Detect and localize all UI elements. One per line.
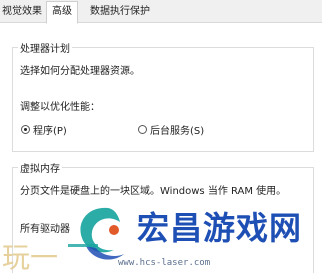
processor-scheduling-title: 处理器计划 <box>18 40 72 55</box>
processor-scheduling-description: 选择如何分配处理器资源。 <box>20 66 140 77</box>
radio-background-services[interactable]: 后台服务(S) <box>138 122 204 137</box>
watermark-brand-text: 宏昌游戏网 <box>137 209 303 247</box>
watermark-url: www.hcs-laser.com <box>118 258 211 268</box>
virtual-memory-title: 虚拟内存 <box>18 160 62 175</box>
watermark-left-text: 玩一 <box>2 241 59 274</box>
radio-programs-label: 程序(P) <box>33 126 67 137</box>
all-drives-label: 所有驱动器 <box>20 224 70 235</box>
radio-programs-indicator[interactable] <box>21 125 30 134</box>
tab-visual-effects[interactable]: 视觉效果 <box>2 2 42 21</box>
tab-bar: 视觉效果 高级 数据执行保护 <box>0 0 322 24</box>
radio-background-services-indicator[interactable] <box>138 125 147 134</box>
radio-programs[interactable]: 程序(P) <box>21 122 67 137</box>
tab-data-execution-prevention[interactable]: 数据执行保护 <box>90 2 150 21</box>
virtual-memory-description: 分页文件是硬盘上的一块区域。Windows 当作 RAM 使用。 <box>20 186 287 197</box>
processor-scheduling-group: 处理器计划 选择如何分配处理器资源。 调整以优化性能： 程序(P) 后台服务(S… <box>12 40 314 152</box>
radio-background-services-label: 后台服务(S) <box>150 126 205 137</box>
adjust-performance-label: 调整以优化性能： <box>20 102 100 113</box>
tab-advanced[interactable]: 高级 <box>46 1 78 24</box>
